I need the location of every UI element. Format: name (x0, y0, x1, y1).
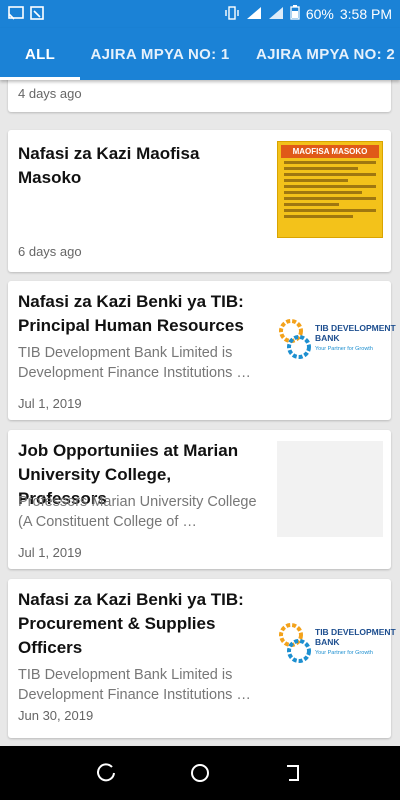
clock: 3:58 PM (339, 6, 392, 22)
thumbnail-heading: MAOFISA MASOKO (281, 145, 379, 158)
gear-icon (279, 319, 311, 359)
home-button[interactable] (180, 753, 220, 793)
article-date: Jul 1, 2019 (18, 545, 82, 560)
logo-bank: BANK (315, 333, 340, 343)
article-card[interactable]: Nafasi za Kazi Benki ya TIB: Procurement… (8, 579, 396, 738)
article-card[interactable]: Nafasi za Kazi Maofisa Masoko 6 days ago… (8, 130, 391, 272)
notification-icon (30, 5, 44, 23)
article-thumbnail: MAOFISA MASOKO (277, 141, 383, 238)
article-title: Nafasi za Kazi Maofisa Masoko (18, 144, 200, 187)
article-thumbnail-placeholder (277, 441, 383, 537)
battery-icon (290, 5, 300, 23)
article-feed[interactable]: 4 days ago Nafasi za Kazi Maofisa Masoko… (0, 80, 400, 746)
article-date: Jul 1, 2019 (18, 396, 82, 411)
status-bar: 60% 3:58 PM (0, 0, 400, 28)
gear-icon (279, 623, 311, 663)
article-title: Nafasi za Kazi Benki ya TIB: Principal H… (18, 292, 244, 335)
cast-icon (8, 5, 24, 23)
vibrate-icon (224, 5, 240, 23)
article-title: Nafasi za Kazi Benki ya TIB: Procurement… (18, 590, 244, 657)
tab-ajira-mpya-1[interactable]: AJIRA MPYA NO: 1 (80, 28, 240, 80)
home-icon (190, 764, 209, 782)
article-date: 6 days ago (18, 244, 82, 259)
recents-button[interactable] (87, 753, 127, 793)
back-button[interactable] (273, 753, 313, 793)
logo-tagline: Your Partner for Growth (315, 346, 373, 352)
recents-icon (96, 763, 115, 782)
tab-ajira-mpya-2[interactable]: AJIRA MPYA NO: 2 (240, 28, 400, 80)
back-icon (287, 765, 300, 781)
tab-all[interactable]: ALL (0, 28, 80, 80)
logo-name: TIB DEVELOPMENT (315, 323, 396, 333)
tib-logo: TIB DEVELOPMENT BANK Your Partner for Gr… (277, 617, 396, 673)
article-excerpt: TIB Development Bank Limited is Developm… (18, 345, 251, 381)
battery-percent: 60% (305, 6, 334, 22)
article-date: 4 days ago (18, 86, 82, 101)
signal-icon-2 (268, 6, 284, 23)
article-date: Jun 30, 2019 (18, 708, 94, 723)
article-excerpt: Professors Marian University College (A … (18, 494, 257, 530)
logo-name: TIB DEVELOPMENT (315, 627, 396, 637)
article-card[interactable]: Nafasi za Kazi Benki ya TIB: Principal H… (8, 281, 396, 420)
tib-logo: TIB DEVELOPMENT BANK Your Partner for Gr… (277, 313, 396, 369)
logo-tagline: Your Partner for Growth (315, 650, 373, 656)
logo-bank: BANK (315, 637, 340, 647)
signal-icon (246, 6, 262, 23)
article-card[interactable]: 4 days ago (8, 80, 391, 112)
article-card[interactable]: Job Opportuniies at Marian University Co… (8, 430, 391, 569)
tab-bar: ALL AJIRA MPYA NO: 1 AJIRA MPYA NO: 2 (0, 28, 400, 80)
system-nav-bar (0, 746, 400, 800)
article-excerpt: TIB Development Bank Limited is Developm… (18, 667, 251, 703)
